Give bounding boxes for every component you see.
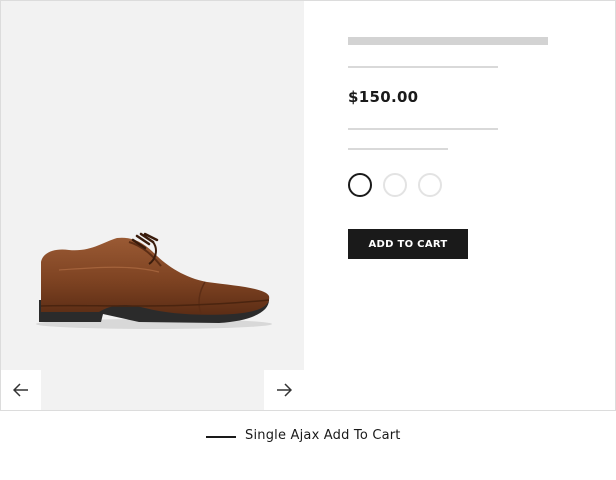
add-to-cart-button[interactable]: ADD TO CART bbox=[348, 229, 468, 259]
product-title-placeholder bbox=[348, 37, 548, 45]
product-card: $150.00 ADD TO CART bbox=[0, 0, 616, 411]
color-swatch-2[interactable] bbox=[383, 173, 407, 197]
divider bbox=[348, 128, 498, 130]
arrow-left-icon bbox=[13, 383, 28, 397]
gallery-prev-button[interactable] bbox=[1, 370, 41, 410]
color-swatch-3[interactable] bbox=[418, 173, 442, 197]
feature-caption: Single Ajax Add To Cart bbox=[206, 428, 401, 443]
arrow-right-icon bbox=[277, 383, 292, 397]
divider bbox=[348, 66, 498, 68]
gallery-next-button[interactable] bbox=[264, 370, 304, 410]
color-swatch-1[interactable] bbox=[348, 173, 372, 197]
divider bbox=[348, 148, 448, 150]
product-price: $150.00 bbox=[348, 88, 419, 106]
caption-text: Single Ajax Add To Cart bbox=[245, 428, 401, 443]
product-image bbox=[36, 232, 272, 329]
product-gallery bbox=[1, 1, 304, 410]
caption-line bbox=[206, 436, 236, 438]
